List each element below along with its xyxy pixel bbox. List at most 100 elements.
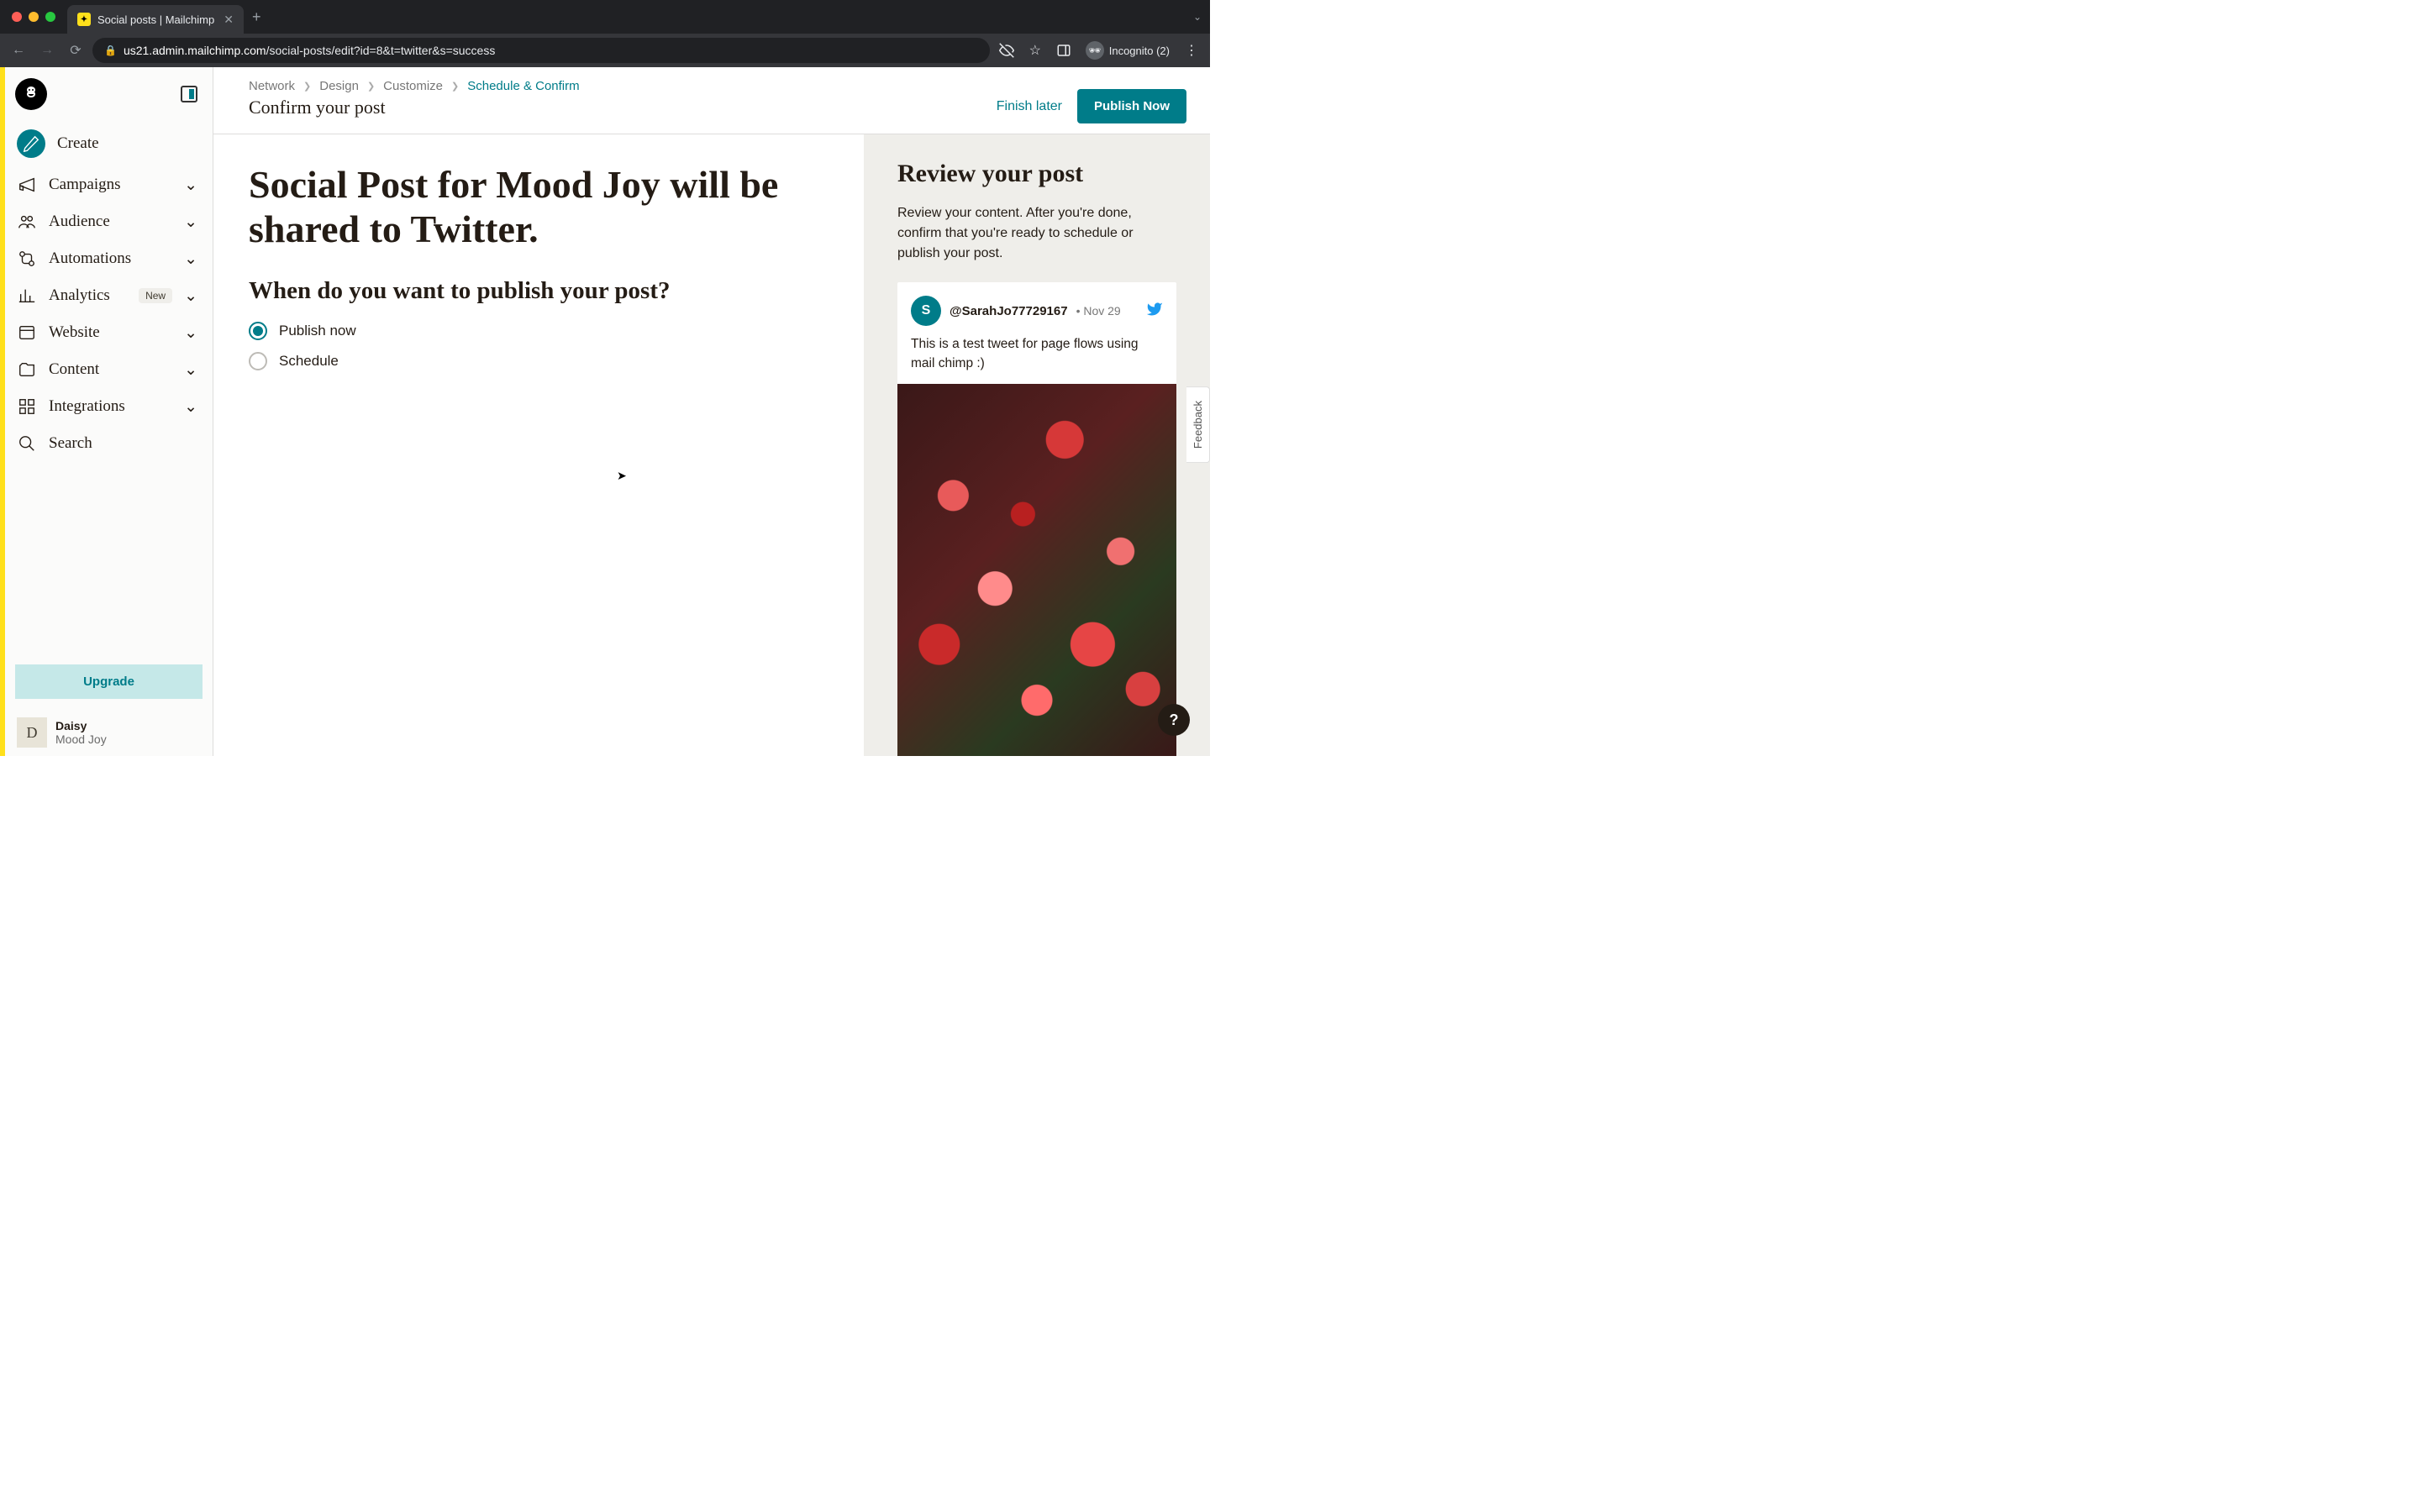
sidebar: Create Campaigns ⌄ Audience ⌄ Automation… bbox=[0, 67, 213, 756]
sidebar-item-audience[interactable]: Audience ⌄ bbox=[5, 203, 213, 240]
search-icon bbox=[17, 433, 37, 454]
user-org: Mood Joy bbox=[55, 732, 107, 746]
subheadline: When do you want to publish your post? bbox=[249, 277, 822, 305]
minimize-window-icon[interactable] bbox=[29, 12, 39, 22]
collapse-sidebar-button[interactable] bbox=[181, 86, 197, 102]
lock-icon: 🔒 bbox=[104, 45, 117, 56]
incognito-indicator[interactable]: 🕶 Incognito (2) bbox=[1081, 41, 1175, 60]
chevron-down-icon: ⌄ bbox=[184, 360, 197, 380]
tweet-image bbox=[897, 384, 1176, 757]
app-root: Create Campaigns ⌄ Audience ⌄ Automation… bbox=[0, 67, 1210, 756]
user-avatar: D bbox=[17, 717, 47, 748]
maximize-window-icon[interactable] bbox=[45, 12, 55, 22]
crumb-customize[interactable]: Customize bbox=[383, 79, 443, 93]
sidebar-item-label: Content bbox=[49, 360, 172, 379]
radio-schedule[interactable]: Schedule bbox=[249, 352, 822, 370]
sidebar-search-label: Search bbox=[49, 434, 197, 453]
sidebar-item-campaigns[interactable]: Campaigns ⌄ bbox=[5, 166, 213, 203]
tweet-avatar: S bbox=[911, 296, 941, 326]
tweet-date: • Nov 29 bbox=[1076, 304, 1121, 318]
content-row: Social Post for Mood Joy will be shared … bbox=[213, 134, 1210, 756]
people-icon bbox=[17, 212, 37, 232]
address-bar[interactable]: 🔒 us21.admin.mailchimp.com/social-posts/… bbox=[92, 38, 990, 63]
tweet-text: This is a test tweet for page flows usin… bbox=[911, 334, 1163, 374]
chevron-right-icon: ❯ bbox=[451, 81, 459, 92]
sidebar-item-website[interactable]: Website ⌄ bbox=[5, 314, 213, 351]
tweet-header: S @SarahJo77729167 • Nov 29 bbox=[911, 296, 1163, 326]
radio-label: Publish now bbox=[279, 323, 356, 339]
close-window-icon[interactable] bbox=[12, 12, 22, 22]
sidebar-search[interactable]: Search bbox=[5, 425, 213, 462]
sidebar-create[interactable]: Create bbox=[5, 121, 213, 166]
chevron-right-icon: ❯ bbox=[303, 81, 311, 92]
radio-label: Schedule bbox=[279, 353, 339, 370]
kebab-menu-icon[interactable]: ⋮ bbox=[1180, 39, 1203, 62]
sidebar-header bbox=[5, 67, 213, 121]
user-info: Daisy Mood Joy bbox=[55, 719, 107, 746]
page-title: Confirm your post bbox=[249, 97, 580, 118]
sidebar-item-label: Campaigns bbox=[49, 176, 172, 194]
chevron-down-icon: ⌄ bbox=[184, 397, 197, 417]
chevron-down-icon: ⌄ bbox=[184, 323, 197, 343]
window-controls bbox=[12, 12, 55, 22]
incognito-icon: 🕶 bbox=[1086, 41, 1104, 60]
sidebar-item-label: Automations bbox=[49, 249, 172, 268]
back-button[interactable]: ← bbox=[7, 39, 30, 62]
crumb-design[interactable]: Design bbox=[319, 79, 359, 93]
tweet-preview-card: S @SarahJo77729167 • Nov 29 This is a te… bbox=[897, 282, 1176, 756]
chevron-down-icon: ⌄ bbox=[184, 249, 197, 269]
finish-later-link[interactable]: Finish later bbox=[997, 99, 1062, 114]
main-area: Network ❯ Design ❯ Customize ❯ Schedule … bbox=[213, 67, 1210, 756]
feedback-tab[interactable]: Feedback bbox=[1186, 386, 1210, 463]
twitter-icon bbox=[1146, 301, 1163, 322]
bookmark-star-icon[interactable]: ☆ bbox=[1023, 39, 1047, 62]
url-text: us21.admin.mailchimp.com/social-posts/ed… bbox=[124, 44, 495, 57]
crumb-schedule[interactable]: Schedule & Confirm bbox=[467, 79, 579, 93]
chevron-down-icon: ⌄ bbox=[184, 213, 197, 232]
sidebar-item-label: Audience bbox=[49, 213, 172, 231]
close-tab-icon[interactable]: ✕ bbox=[224, 13, 234, 27]
sidebar-item-automations[interactable]: Automations ⌄ bbox=[5, 240, 213, 277]
chevron-down-icon: ⌄ bbox=[184, 286, 197, 306]
confirm-panel: Social Post for Mood Joy will be shared … bbox=[213, 134, 864, 756]
chevron-right-icon: ❯ bbox=[367, 81, 375, 92]
breadcrumb: Network ❯ Design ❯ Customize ❯ Schedule … bbox=[249, 79, 580, 93]
eye-off-icon[interactable] bbox=[995, 39, 1018, 62]
user-name: Daisy bbox=[55, 719, 107, 732]
tabs-dropdown-icon[interactable]: ⌄ bbox=[1193, 11, 1202, 23]
panel-icon[interactable] bbox=[1052, 39, 1076, 62]
new-badge: New bbox=[139, 288, 172, 303]
upgrade-button[interactable]: Upgrade bbox=[15, 664, 203, 699]
radio-icon bbox=[249, 352, 267, 370]
sidebar-item-label: Analytics bbox=[49, 286, 127, 305]
crumb-network[interactable]: Network bbox=[249, 79, 295, 93]
favicon-icon: ✦ bbox=[77, 13, 91, 26]
review-description: Review your content. After you're done, … bbox=[897, 203, 1176, 264]
new-tab-button[interactable]: + bbox=[252, 8, 261, 26]
bar-chart-icon bbox=[17, 286, 37, 306]
grid-icon bbox=[17, 396, 37, 417]
publish-now-button[interactable]: Publish Now bbox=[1077, 89, 1186, 123]
radio-icon bbox=[249, 322, 267, 340]
folder-icon bbox=[17, 360, 37, 380]
flow-icon bbox=[17, 249, 37, 269]
help-button[interactable]: ? bbox=[1158, 704, 1190, 736]
review-panel: Review your post Review your content. Af… bbox=[864, 134, 1210, 756]
tweet-handle: @SarahJo77729167 bbox=[950, 304, 1068, 318]
sidebar-item-analytics[interactable]: Analytics New ⌄ bbox=[5, 277, 213, 314]
mailchimp-logo-icon[interactable] bbox=[15, 78, 47, 110]
sidebar-create-label: Create bbox=[57, 134, 197, 153]
forward-button[interactable]: → bbox=[35, 39, 59, 62]
incognito-label: Incognito (2) bbox=[1109, 45, 1170, 57]
pencil-icon bbox=[17, 129, 45, 158]
headline: Social Post for Mood Joy will be shared … bbox=[249, 163, 822, 252]
tab-title: Social posts | Mailchimp bbox=[97, 13, 217, 26]
radio-publish-now[interactable]: Publish now bbox=[249, 322, 822, 340]
browser-toolbar: ← → ⟳ 🔒 us21.admin.mailchimp.com/social-… bbox=[0, 34, 1210, 67]
sidebar-item-content[interactable]: Content ⌄ bbox=[5, 351, 213, 388]
reload-button[interactable]: ⟳ bbox=[64, 39, 87, 62]
sidebar-item-integrations[interactable]: Integrations ⌄ bbox=[5, 388, 213, 425]
browser-tab[interactable]: ✦ Social posts | Mailchimp ✕ bbox=[67, 5, 244, 34]
chevron-down-icon: ⌄ bbox=[184, 176, 197, 195]
user-menu[interactable]: D Daisy Mood Joy bbox=[5, 709, 213, 756]
